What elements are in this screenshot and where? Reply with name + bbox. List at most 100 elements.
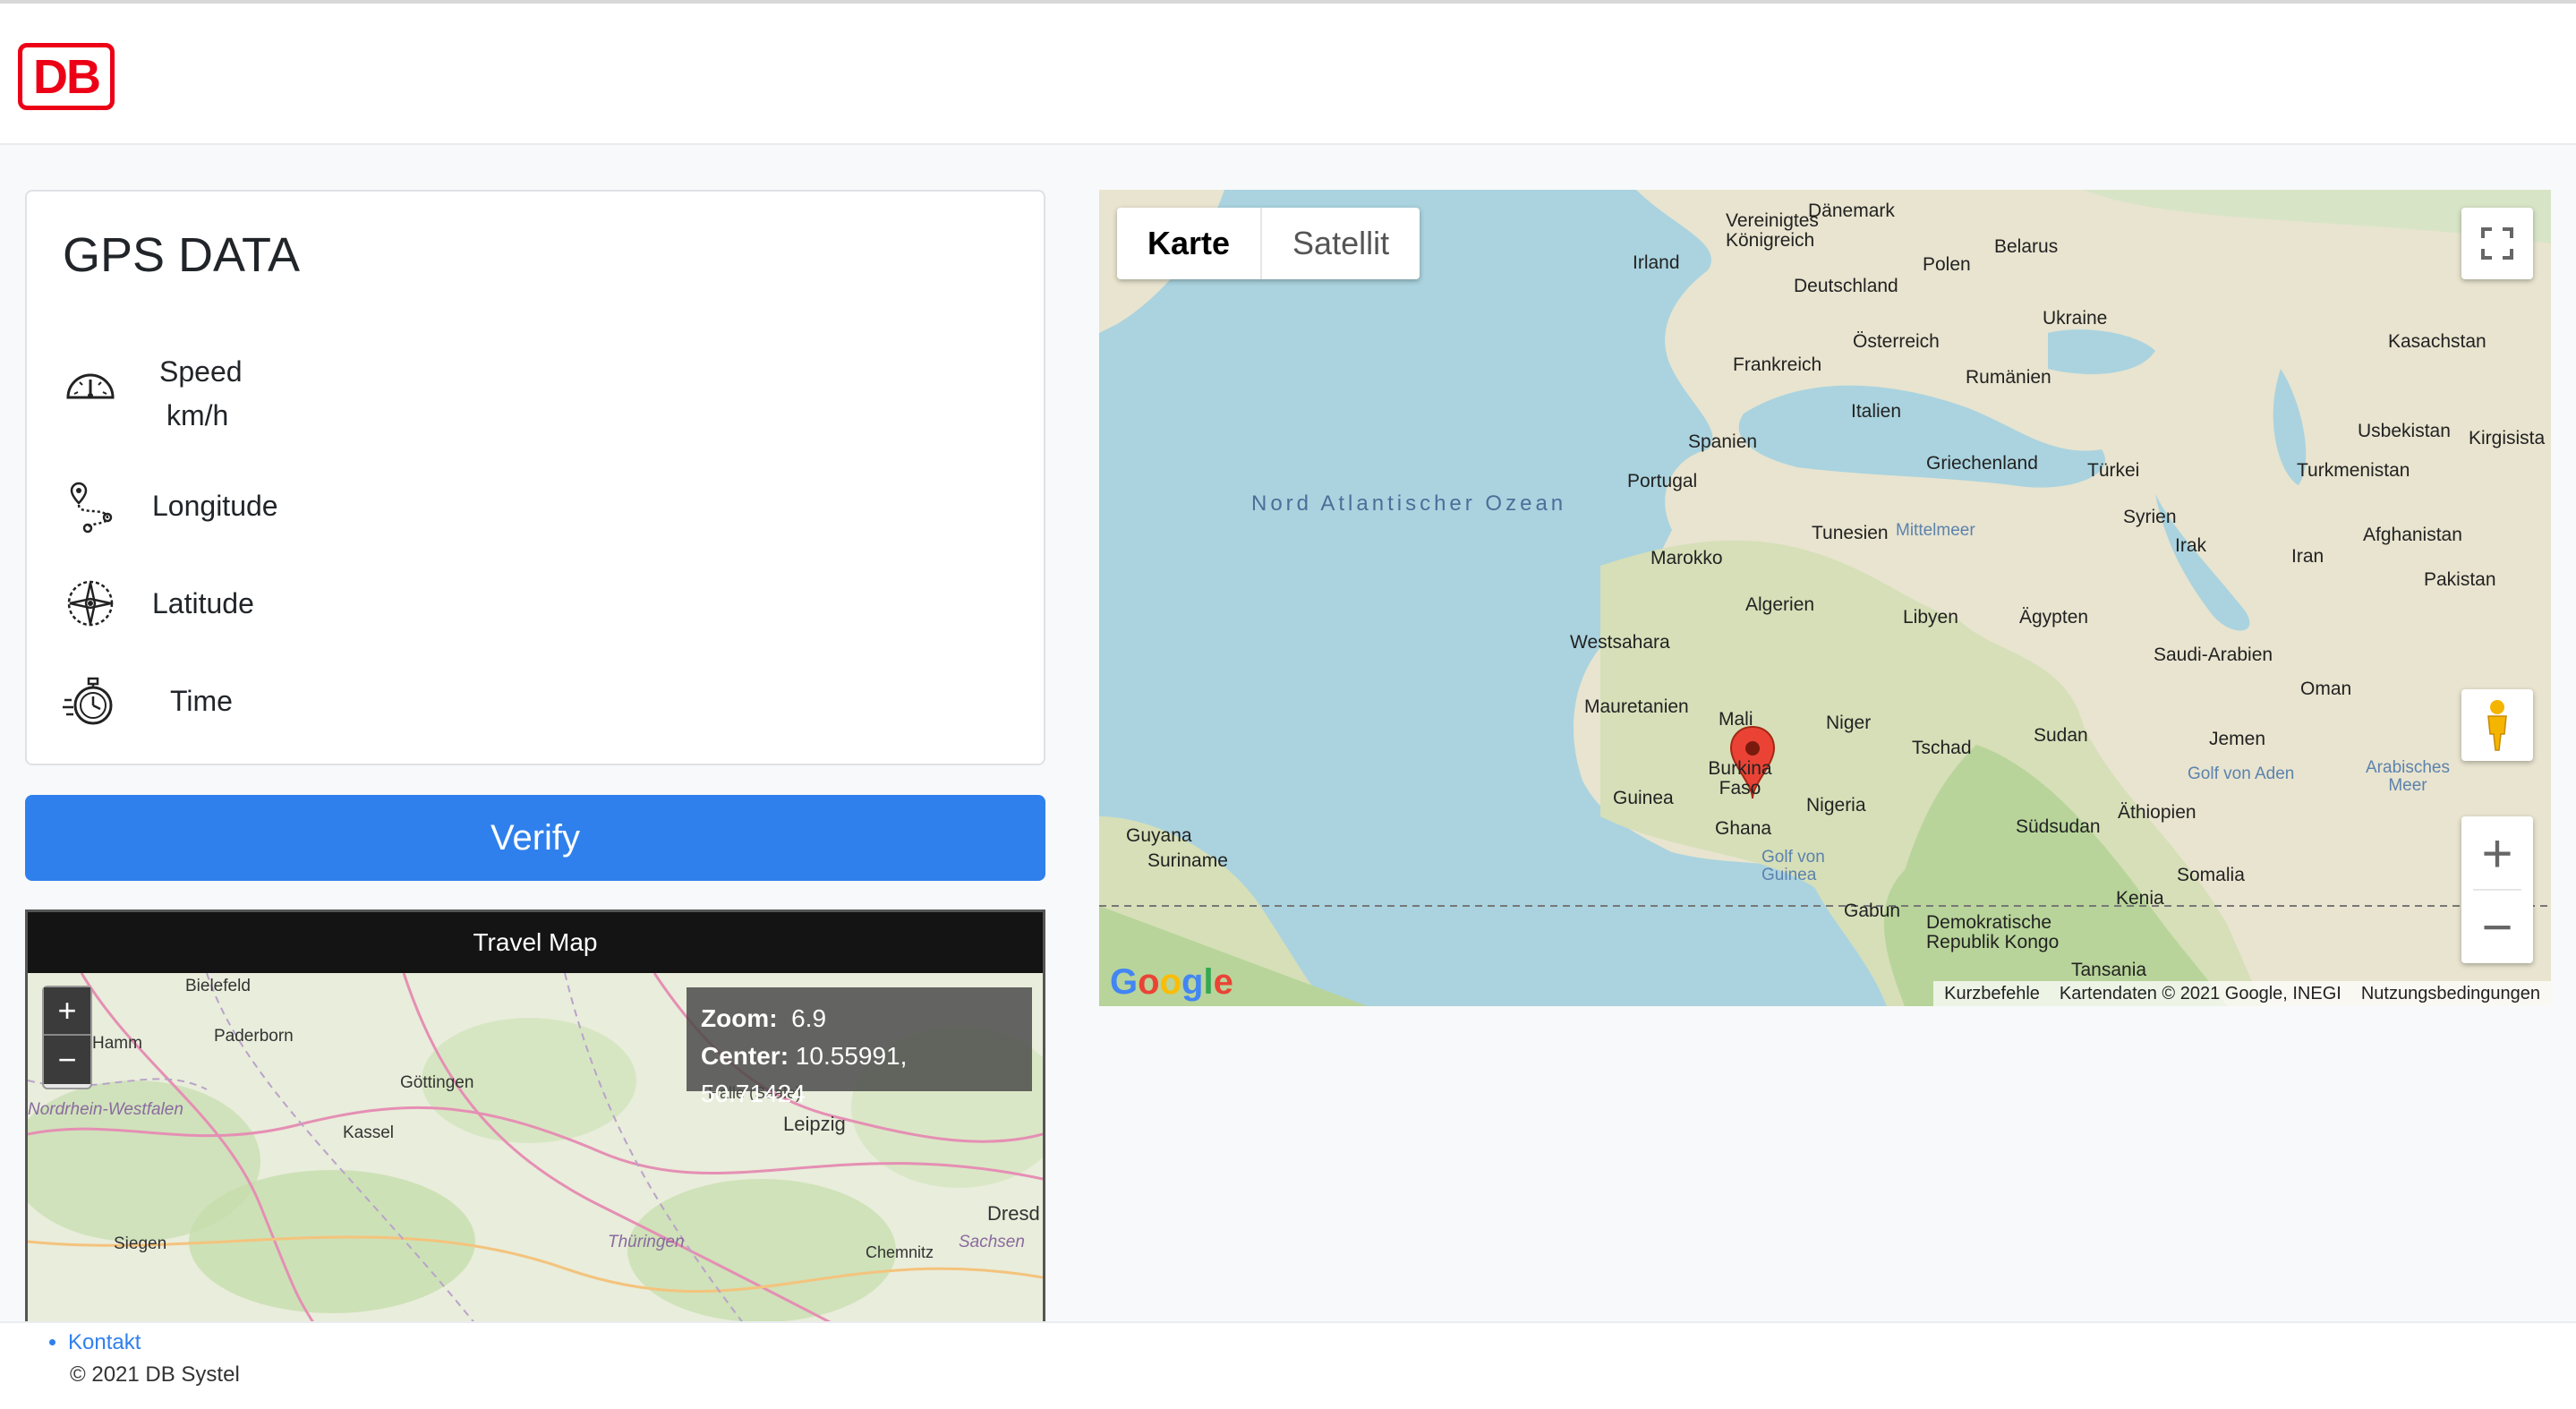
country-label: Tansania bbox=[2071, 960, 2147, 980]
route-pin-icon bbox=[70, 482, 113, 534]
country-label: Sudan bbox=[2034, 725, 2088, 746]
place-label: Sachsen bbox=[959, 1233, 1025, 1251]
travel-zoom-in-button[interactable]: + bbox=[44, 987, 90, 1036]
country-label: Irland bbox=[1633, 252, 1680, 273]
place-label: Thüringen bbox=[608, 1233, 685, 1251]
country-label: Nigeria bbox=[1806, 795, 1866, 816]
water-label: Golf von Guinea bbox=[1761, 848, 1825, 884]
place-label: Göttingen bbox=[400, 1073, 473, 1092]
country-label: Mali bbox=[1719, 709, 1753, 730]
country-label: Südsudan bbox=[2016, 816, 2101, 837]
country-label: Italien bbox=[1851, 401, 1902, 422]
country-label: Oman bbox=[2300, 679, 2352, 699]
travel-zoom-out-button[interactable]: − bbox=[44, 1036, 90, 1084]
country-label: Türkei bbox=[2087, 460, 2140, 481]
country-label: Kenia bbox=[2116, 888, 2164, 909]
fullscreen-button[interactable] bbox=[2461, 208, 2533, 279]
place-label: Leipzig bbox=[783, 1113, 846, 1135]
country-label: Guyana bbox=[1126, 825, 1192, 846]
shortcuts-link[interactable]: Kurzbefehle bbox=[1944, 984, 2040, 1004]
country-label: Irak bbox=[2175, 535, 2207, 556]
country-label: Pakistan bbox=[2424, 569, 2496, 590]
fullscreen-icon bbox=[2481, 227, 2513, 260]
place-label: Siegen bbox=[114, 1234, 166, 1253]
map-type-toggle: Karte Satellit bbox=[1117, 208, 1420, 279]
card-title: GPS DATA bbox=[63, 228, 301, 282]
place-label: Bielefeld bbox=[185, 977, 251, 995]
water-label: Mittelmeer bbox=[1896, 521, 1975, 540]
country-label: Ukraine bbox=[2043, 308, 2108, 329]
country-label: Jemen bbox=[2209, 729, 2266, 749]
country-label: Gabun bbox=[1844, 901, 1901, 921]
country-label: Kirgisista bbox=[2469, 428, 2546, 448]
street-view-pegman[interactable] bbox=[2461, 689, 2533, 761]
country-label: Österreich bbox=[1853, 331, 1940, 352]
compass-icon bbox=[67, 580, 114, 627]
country-label: Afghanistan bbox=[2363, 525, 2462, 545]
zoom-center-info: Zoom: 6.9 Center: 10.55991, 50.71424 bbox=[687, 987, 1032, 1107]
google-logo: Google bbox=[1110, 962, 1233, 1002]
latitude-row: Latitude bbox=[61, 574, 254, 633]
copyright: © 2021 DB Systel bbox=[70, 1362, 240, 1387]
country-label: Demokratische Republik Kongo bbox=[1926, 912, 2060, 952]
center-label: Center: bbox=[701, 1042, 789, 1070]
verify-button[interactable]: Verify bbox=[25, 795, 1045, 881]
country-label: Burkina Faso bbox=[1708, 758, 1772, 798]
place-label: Dresd bbox=[987, 1202, 1040, 1225]
pegman-icon bbox=[2487, 700, 2507, 751]
country-label: Niger bbox=[1826, 713, 1872, 733]
speedometer-icon bbox=[66, 373, 115, 399]
country-label: Griechenland bbox=[1926, 453, 2038, 474]
map-data-credit: Kartendaten © 2021 Google, INEGI bbox=[2059, 983, 2341, 1003]
header: DB bbox=[0, 4, 2576, 145]
water-label: Golf von Aden bbox=[2188, 764, 2295, 783]
country-label: Westsahara bbox=[1570, 632, 1670, 653]
latitude-label: Latitude bbox=[152, 586, 254, 619]
country-label: Marokko bbox=[1651, 548, 1723, 568]
contact-link[interactable]: Kontakt bbox=[68, 1330, 141, 1354]
country-label: Frankreich bbox=[1733, 354, 1822, 375]
country-label: Mauretanien bbox=[1584, 696, 1689, 717]
country-label: Äthiopien bbox=[2118, 802, 2196, 823]
country-label: Syrien bbox=[2123, 507, 2177, 527]
place-label: Chemnitz bbox=[866, 1243, 934, 1261]
place-label: Hamm bbox=[92, 1034, 142, 1053]
country-label: Polen bbox=[1923, 254, 1971, 275]
speed-unit: km/h bbox=[166, 399, 229, 431]
stopwatch-icon bbox=[63, 677, 113, 725]
country-label: Iran bbox=[2291, 546, 2324, 567]
country-label: Portugal bbox=[1627, 471, 1698, 491]
country-label: Deutschland bbox=[1794, 276, 1898, 296]
zoom-value: 6.9 bbox=[791, 1004, 827, 1032]
country-label: Usbekistan bbox=[2358, 421, 2451, 441]
country-label: Belarus bbox=[1994, 236, 2059, 257]
google-map[interactable]: Nord Atlantischer Ozean Dänemark Vereini… bbox=[1099, 190, 2551, 1006]
footer: Kontakt © 2021 DB Systel bbox=[0, 1321, 2576, 1409]
longitude-row: Longitude bbox=[61, 476, 278, 535]
country-label: Vereinigtes Königreich bbox=[1726, 210, 1819, 251]
place-label: Paderborn bbox=[214, 1027, 294, 1046]
country-label: Suriname bbox=[1147, 850, 1228, 871]
time-label: Time bbox=[170, 684, 233, 717]
map-type-karte[interactable]: Karte bbox=[1117, 208, 1263, 279]
map-zoom-out-button[interactable]: − bbox=[2461, 891, 2533, 962]
country-label: Guinea bbox=[1613, 788, 1674, 808]
terms-link[interactable]: Nutzungsbedingungen bbox=[2361, 984, 2540, 1004]
map-zoom-in-button[interactable]: + bbox=[2461, 817, 2533, 889]
speed-label: Speed bbox=[159, 354, 243, 388]
country-label: Libyen bbox=[1903, 607, 1958, 628]
place-label: Kassel bbox=[343, 1123, 394, 1142]
travel-map-title: Travel Map bbox=[28, 912, 1043, 973]
country-label: Spanien bbox=[1688, 431, 1758, 452]
travel-map-panel: Travel Map Bielefeld Paderborn Göttingen… bbox=[25, 909, 1045, 1321]
country-label: Rumänien bbox=[1966, 367, 2051, 388]
map-type-satellit[interactable]: Satellit bbox=[1262, 208, 1420, 279]
country-label: Saudi-Arabien bbox=[2154, 645, 2273, 665]
travel-zoom-control: + − bbox=[42, 986, 92, 1089]
country-label: Kasachstan bbox=[2388, 331, 2486, 352]
time-row: Time bbox=[61, 671, 233, 730]
db-logo[interactable]: DB bbox=[18, 43, 115, 110]
longitude-label: Longitude bbox=[152, 489, 278, 522]
country-label: Somalia bbox=[2177, 865, 2245, 885]
gps-data-card: GPS DATA Speed km/h Longitude Latitude T… bbox=[25, 190, 1045, 765]
